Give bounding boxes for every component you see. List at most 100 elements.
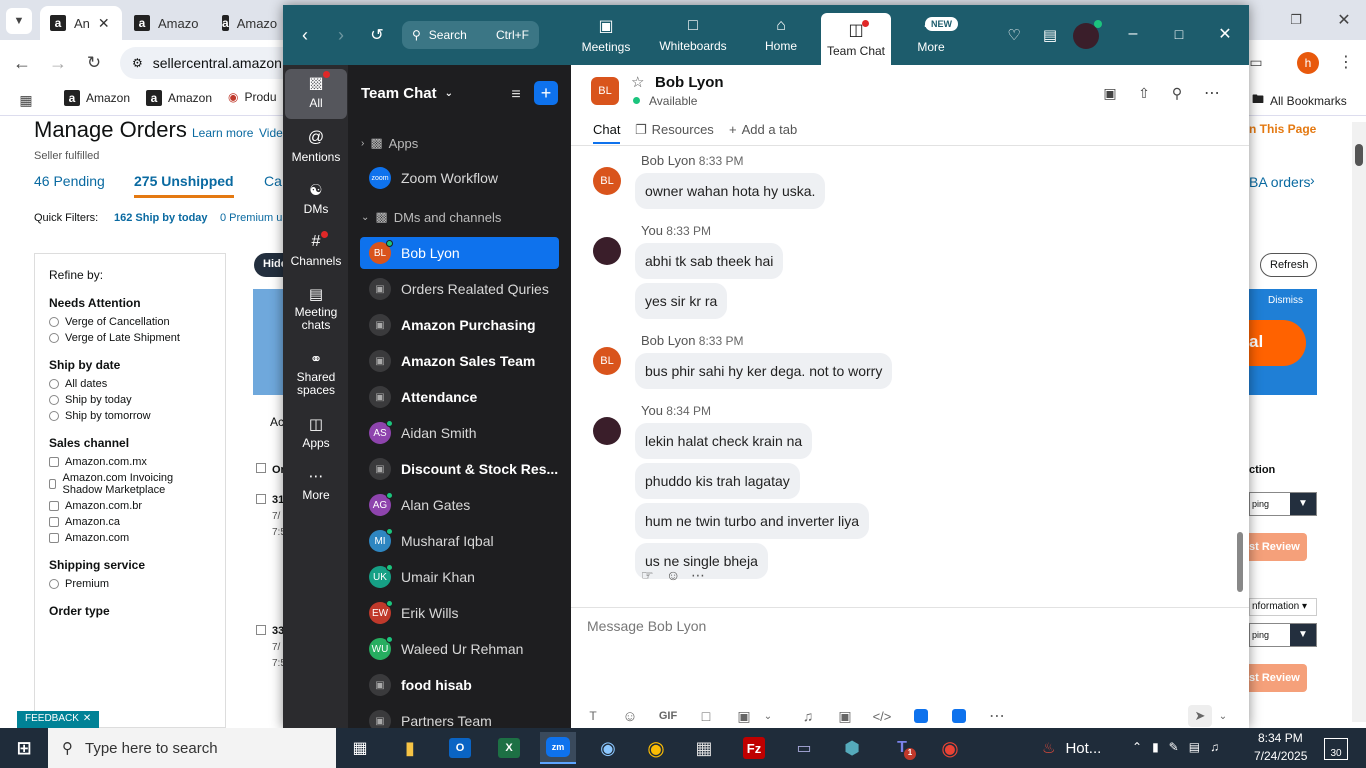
code-snippet-icon[interactable]: </> — [871, 705, 893, 727]
dm-item[interactable]: EW Erik Wills — [360, 597, 559, 629]
filter-icon[interactable]: ≡ — [506, 85, 526, 105]
maximize-icon[interactable]: □ — [1169, 23, 1189, 45]
calculator-icon[interactable]: ▦ — [686, 732, 722, 764]
new-chat-button[interactable]: + — [534, 81, 558, 105]
contact-avatar[interactable]: BL — [591, 77, 619, 105]
rail-more[interactable]: ⋯ More — [285, 467, 347, 502]
rate-page-link[interactable]: n This Page — [1249, 122, 1316, 136]
screenshot-icon[interactable]: ▣ — [733, 705, 755, 727]
fba-orders-link[interactable]: BA orders — [1249, 174, 1310, 190]
radio-button[interactable] — [49, 579, 59, 589]
chrome-icon-2[interactable]: ◉ — [932, 732, 968, 764]
channel-item[interactable]: ▣ Attendance — [360, 381, 559, 413]
outlook-icon[interactable]: O — [442, 732, 478, 764]
refine-checkbox-option[interactable]: Amazon.com.mx — [49, 456, 211, 468]
extensions-icon[interactable]: ▭ — [1246, 52, 1266, 72]
order-row-1-checkbox[interactable] — [256, 494, 266, 504]
browser-menu-icon[interactable]: ⋮ — [1336, 52, 1356, 72]
app-icon-2[interactable] — [948, 705, 970, 727]
sender-avatar[interactable]: BL — [593, 347, 621, 375]
sender-avatar[interactable]: BL — [593, 167, 621, 195]
bookmark-3[interactable]: ◉ Produ — [228, 90, 277, 104]
nav-more[interactable]: ⋯More — [903, 5, 959, 65]
channel-item[interactable]: ▣ Amazon Purchasing — [360, 309, 559, 341]
zoom-taskbar-icon[interactable]: zm — [540, 732, 576, 764]
more-tools-icon[interactable]: ⋯ — [986, 705, 1008, 727]
close-icon[interactable]: ✕ — [1215, 23, 1235, 45]
learn-more-link[interactable]: Learn more — [192, 126, 253, 140]
refine-checkbox-option[interactable]: Amazon.com.br — [49, 500, 211, 512]
battery-icon[interactable]: ▮ — [1152, 740, 1159, 754]
hide-button[interactable]: Hide — [254, 253, 287, 277]
refine-radio-option[interactable]: All dates — [49, 378, 211, 390]
user-avatar[interactable] — [1073, 20, 1102, 49]
channel-item[interactable]: ▣ Orders Realated Quries — [360, 273, 559, 305]
message-bubble[interactable]: lekin halat check krain na — [635, 423, 813, 459]
checkbox[interactable] — [49, 533, 59, 543]
dm-item[interactable]: AS Aidan Smith — [360, 417, 559, 449]
order-row-2-checkbox[interactable] — [256, 625, 266, 635]
radio-button[interactable] — [49, 411, 59, 421]
promo-button[interactable]: al — [1249, 320, 1306, 366]
checkbox[interactable] — [49, 501, 59, 511]
message-more-icon[interactable]: ⋯ — [691, 567, 705, 584]
refine-checkbox-option[interactable]: Amazon.ca — [49, 516, 211, 528]
message-bubble[interactable]: bus phir sahi hy ker dega. not to worry — [635, 353, 893, 389]
microphone-icon[interactable]: ♫ — [797, 705, 819, 727]
information-dropdown[interactable]: nformation ▾ — [1249, 598, 1317, 616]
notifications-button[interactable]: 30 — [1324, 738, 1348, 760]
refine-radio-option[interactable]: Premium — [49, 578, 211, 590]
taskbar-time[interactable]: 8:34 PM — [1258, 731, 1303, 745]
nav-team-chat[interactable]: ◫ Team Chat — [821, 13, 891, 65]
rail-channels[interactable]: # Channels — [285, 231, 347, 268]
browser-tab-3[interactable]: a Amazo — [212, 6, 284, 40]
apps-section-header[interactable]: › ▩ Apps — [361, 135, 418, 151]
nav-meetings[interactable]: ▣ Meetings — [573, 5, 639, 65]
gif-icon[interactable]: GIF — [657, 705, 679, 727]
teams-icon[interactable]: T1 — [884, 732, 920, 764]
dm-item[interactable]: BL Bob Lyon — [360, 237, 559, 269]
radio-button[interactable] — [49, 317, 59, 327]
message-bubble[interactable]: phuddo kis trah lagatay — [635, 463, 800, 499]
pen-icon[interactable]: ✎ — [1169, 740, 1179, 754]
all-bookmarks[interactable]: 🖿 All Bookmarks — [1252, 90, 1347, 111]
zoom-workflow-item[interactable]: zoom Zoom Workflow — [360, 162, 559, 194]
channel-item[interactable]: ▣ Discount & Stock Res... — [360, 453, 559, 485]
my-avatar[interactable] — [593, 237, 621, 265]
tab-search-button[interactable]: ▼ — [6, 8, 32, 34]
app-icon[interactable]: ▭ — [786, 732, 822, 764]
send-icon[interactable]: ➤ — [1188, 705, 1212, 727]
app-icon-2[interactable]: ⬢ — [834, 732, 870, 764]
tray-icons[interactable]: ⌃ ▮ ✎ ▤ ♫ — [1132, 740, 1219, 754]
send-options-icon[interactable]: ⌄ — [1212, 705, 1234, 727]
weather-widget[interactable]: ♨ Hot... — [1042, 739, 1101, 758]
refine-radio-option[interactable]: Ship by today — [49, 394, 211, 406]
apps-grid-icon[interactable]: ▦ — [18, 92, 34, 108]
nav-home[interactable]: ⌂ Home — [751, 5, 811, 65]
refine-checkbox-option[interactable]: Amazon.com Invoicing Shadow Marketplace — [49, 472, 211, 496]
rail-all[interactable]: ▩ All — [285, 69, 347, 119]
restore-window-icon[interactable]: ❐ — [1286, 10, 1306, 30]
page-scrollbar[interactable] — [1352, 122, 1366, 722]
bookmark-1[interactable]: a Amazon — [64, 90, 130, 106]
taskbar-date[interactable]: 7/24/2025 — [1254, 749, 1307, 763]
share-screen-icon[interactable]: ⇧ — [1133, 83, 1155, 103]
channel-item[interactable]: ▣ Amazon Sales Team — [360, 345, 559, 377]
chevron-up-icon[interactable]: ⌃ — [1132, 740, 1142, 754]
filezilla-icon[interactable]: Fz — [736, 732, 772, 764]
shipping-select-1[interactable]: ping ▼ — [1249, 492, 1317, 516]
file-icon[interactable]: □ — [695, 705, 717, 727]
refine-checkbox-option[interactable]: Amazon.com — [49, 532, 211, 544]
tab-pending[interactable]: 46 Pending — [34, 173, 105, 189]
dm-item[interactable]: MI Musharaf Iqbal — [360, 525, 559, 557]
dismiss-link[interactable]: Dismiss — [1268, 295, 1303, 306]
file-explorer-icon[interactable]: ▮ — [392, 732, 428, 764]
close-browser-icon[interactable]: ✕ — [1334, 10, 1354, 30]
message-bubble[interactable]: abhi tk sab theek hai — [635, 243, 784, 279]
bell-icon[interactable]: ♡ — [1003, 25, 1025, 45]
shipping-select-2[interactable]: ping ▼ — [1249, 623, 1317, 647]
calendar-icon[interactable]: ▤ — [1039, 25, 1061, 45]
browser-tab-1[interactable]: a An ✕ — [40, 6, 122, 40]
refine-radio-option[interactable]: Verge of Late Shipment — [49, 332, 211, 344]
zoom-forward-icon[interactable]: › — [331, 23, 351, 47]
